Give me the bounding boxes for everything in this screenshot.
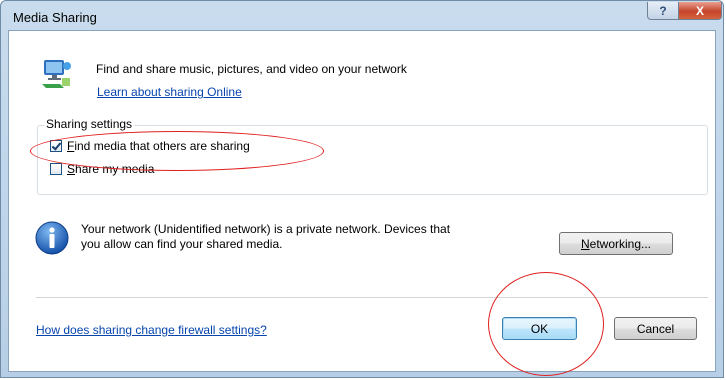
learn-about-sharing-link[interactable]: Learn about sharing Online — [97, 85, 242, 99]
help-button[interactable]: ? — [647, 2, 679, 20]
network-message-line-1: Your network (Unidentified network) is a… — [81, 222, 451, 236]
sharing-settings-group: Sharing settings Find media that others … — [37, 117, 708, 195]
cancel-button[interactable]: Cancel — [614, 317, 697, 340]
headline: Find and share music, pictures, and vide… — [96, 62, 407, 76]
share-my-media-checkbox[interactable] — [50, 163, 62, 175]
share-my-media-label: Share my media — [67, 162, 155, 176]
dialog-body: Find and share music, pictures, and vide… — [8, 30, 716, 372]
ok-button[interactable]: OK — [502, 317, 577, 340]
find-media-checkbox[interactable] — [50, 140, 62, 152]
networking-button-label: Networking... — [580, 236, 652, 251]
window-title: Media Sharing — [13, 10, 97, 25]
group-title: Sharing settings — [44, 117, 135, 131]
firewall-settings-link[interactable]: How does sharing change firewall setting… — [36, 323, 267, 337]
network-message-line-2: you allow can find your shared media. — [81, 237, 283, 251]
separator — [36, 297, 708, 298]
title-bar: Media Sharing ? X — [1, 1, 723, 31]
ok-button-label: OK — [530, 321, 549, 336]
find-media-option[interactable]: Find media that others are sharing — [50, 139, 250, 153]
close-button[interactable]: X — [678, 2, 722, 20]
close-icon: X — [695, 3, 704, 18]
media-sharing-dialog: Media Sharing ? X Find and share music, … — [0, 0, 724, 378]
cancel-button-label: Cancel — [636, 321, 675, 336]
info-icon — [35, 221, 69, 255]
share-my-media-option[interactable]: Share my media — [50, 162, 154, 176]
help-icon: ? — [659, 3, 667, 18]
media-sharing-icon — [42, 60, 71, 88]
find-media-label: Find media that others are sharing — [67, 139, 250, 153]
network-message: Your network (Unidentified network) is a… — [81, 222, 531, 252]
networking-button[interactable]: Networking... — [559, 232, 673, 255]
